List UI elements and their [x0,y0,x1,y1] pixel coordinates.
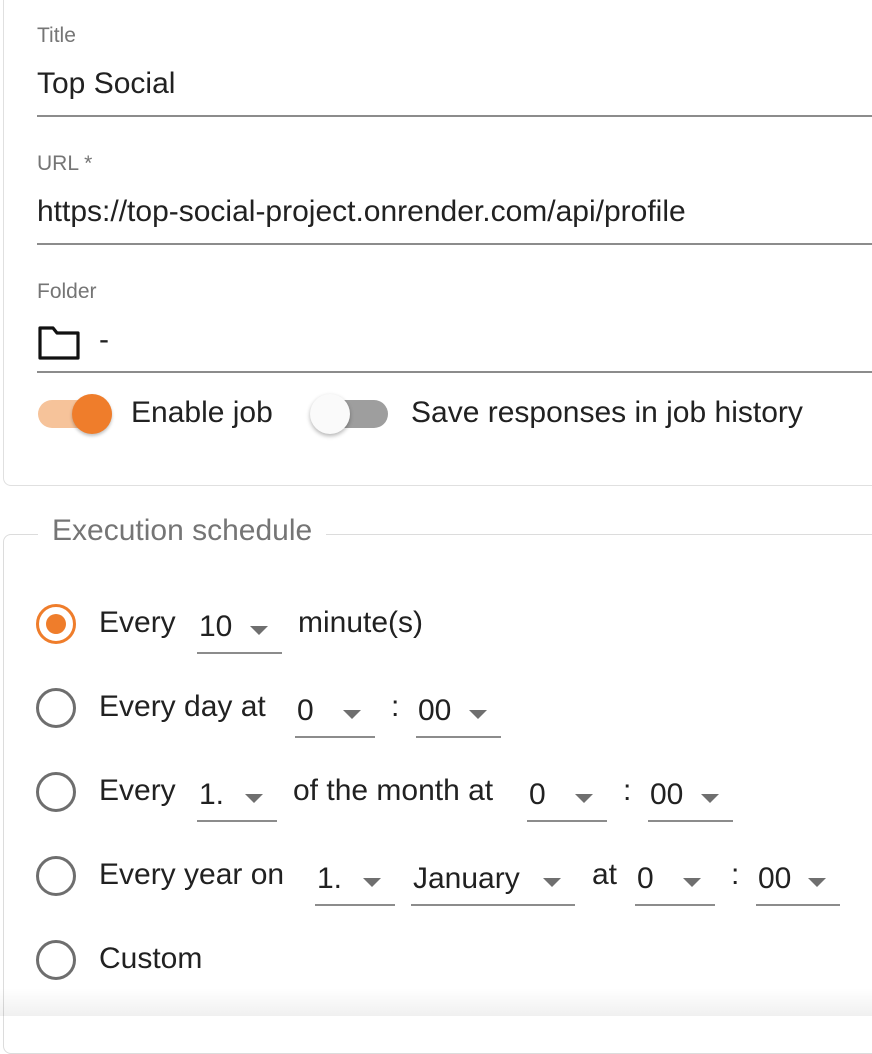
save-responses-switch[interactable] [310,392,388,436]
day-hour-select[interactable]: 0 [295,692,375,738]
day-time-separator: : [391,690,400,723]
day-minute-select[interactable]: 00 [416,692,501,738]
title-underline [37,115,872,117]
year-month-select[interactable]: January [411,860,575,906]
title-input[interactable]: Top Social [37,67,175,101]
year-hour-select[interactable]: 0 [635,860,715,906]
chevron-down-icon [683,878,701,887]
chevron-down-icon [701,794,719,803]
chevron-down-icon [543,878,561,887]
minutes-interval-select[interactable]: 10 [197,608,282,654]
folder-select[interactable]: - [99,323,109,357]
execution-schedule-legend: Execution schedule [38,514,327,548]
every-month-prefix: Every [99,774,176,807]
chevron-down-icon [363,878,381,887]
radio-every-minutes[interactable] [36,604,76,644]
chevron-down-icon [245,794,263,803]
enable-job-thumb [72,394,112,434]
folder-label: Folder [37,280,97,303]
folder-underline [37,371,872,373]
chevron-down-icon [343,710,361,719]
enable-job-switch[interactable] [38,392,116,436]
month-day-select[interactable]: 1. [197,776,277,822]
radio-custom[interactable] [36,940,76,980]
year-minute-select[interactable]: 00 [756,860,840,906]
folder-icon [37,322,81,362]
year-month-value: January [413,862,520,895]
month-minute-select[interactable]: 00 [648,776,733,822]
every-month-middle: of the month at [293,774,494,807]
url-input[interactable]: https://top-social-project.onrender.com/… [37,195,686,229]
radio-every-day[interactable] [36,688,76,728]
every-minutes-suffix: minute(s) [298,606,424,639]
month-hour-select[interactable]: 0 [527,776,607,822]
year-time-separator: : [731,858,740,891]
bottom-shadow [0,988,872,1016]
enable-job-label: Enable job [131,396,273,429]
day-hour-value: 0 [297,694,314,727]
save-responses-label: Save responses in job history [411,396,803,429]
minutes-interval-value: 10 [199,610,233,643]
every-year-prefix: Every year on [99,858,285,891]
title-label: Title [37,24,76,47]
year-day-value: 1. [317,862,343,895]
month-minute-value: 00 [650,778,684,811]
every-day-prefix: Every day at [99,690,266,723]
radio-every-year[interactable] [36,856,76,896]
year-day-select[interactable]: 1. [315,860,395,906]
every-year-middle: at [592,858,618,891]
every-minutes-prefix: Every [99,606,176,639]
year-hour-value: 0 [637,862,654,895]
radio-every-month[interactable] [36,772,76,812]
chevron-down-icon [808,878,826,887]
save-responses-thumb [310,394,350,434]
chevron-down-icon [250,626,268,635]
url-underline [37,243,872,245]
url-label: URL * [37,152,93,175]
month-time-separator: : [623,774,632,807]
year-minute-value: 00 [758,862,792,895]
day-minute-value: 00 [418,694,452,727]
month-hour-value: 0 [529,778,546,811]
chevron-down-icon [575,794,593,803]
chevron-down-icon [469,710,487,719]
month-day-value: 1. [199,778,225,811]
custom-label: Custom [99,942,203,975]
